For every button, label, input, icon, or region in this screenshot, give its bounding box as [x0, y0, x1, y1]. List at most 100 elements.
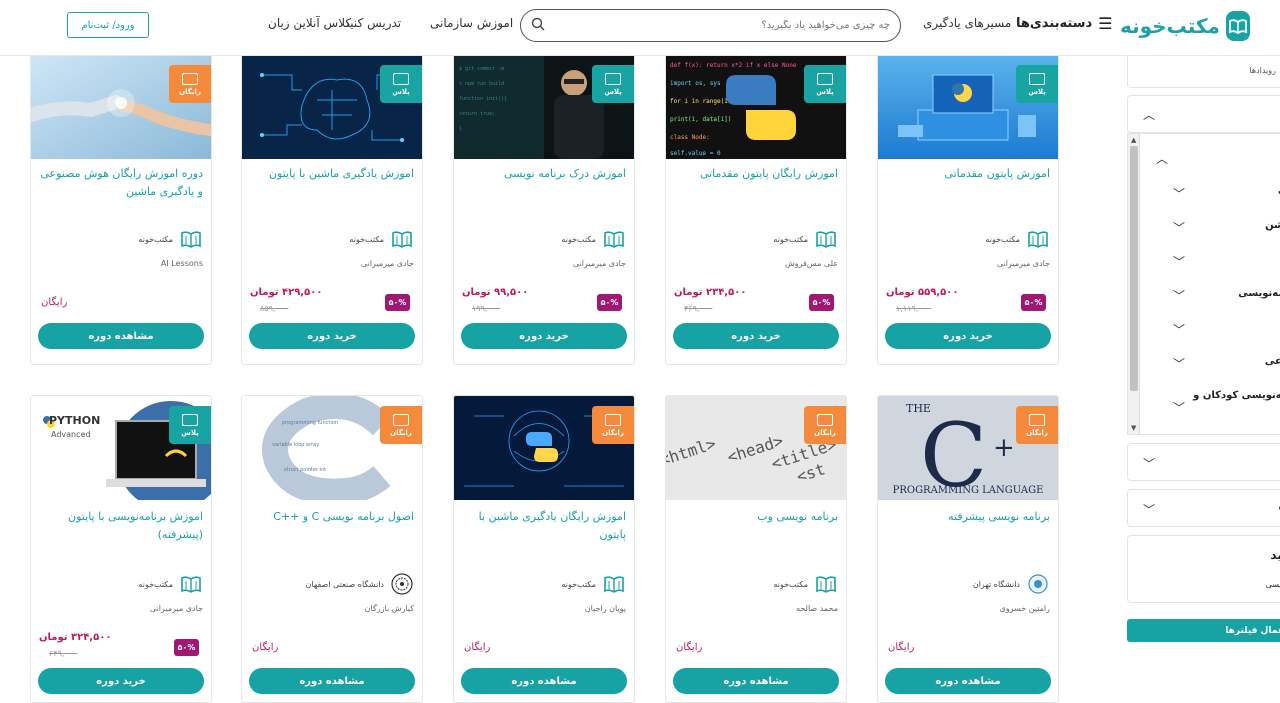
- chevron-down-icon[interactable]: ﹀: [1143, 455, 1155, 472]
- course-title[interactable]: دوره اموزش رایگان هوش مصنوعی و یادگیری م…: [39, 165, 203, 201]
- filter-box-collapsed[interactable]: ﹀ اه: [1127, 489, 1280, 527]
- site-logo[interactable]: مکتب‌خونه: [1120, 8, 1250, 44]
- chevron-down-icon[interactable]: ﹀: [1173, 219, 1185, 236]
- graduation-cap-icon: [605, 413, 621, 426]
- course-provider: مکتب‌خونه: [138, 572, 203, 596]
- course-thumbnail[interactable]: programming function variable loop array s…: [242, 396, 422, 500]
- chevron-down-icon[interactable]: ﹀: [1173, 287, 1185, 304]
- course-card[interactable]: <html> <head> <title> <st رایگان برنامه نویسی…: [665, 395, 847, 703]
- course-card[interactable]: پلاس اموزش یادگیری ماشین با پایتون مکتب‌خو…: [241, 51, 423, 365]
- course-card[interactable]: programming function variable loop array s…: [241, 395, 423, 703]
- course-title[interactable]: برنامه نویسی پیشرفته: [886, 508, 1050, 526]
- course-card[interactable]: THEC++PROGRAMMING LANGUAGEرایگان برنامه ن…: [877, 395, 1059, 703]
- provider-name: مکتب‌خونه: [349, 234, 384, 244]
- chevron-up-icon[interactable]: ︿: [1156, 150, 1168, 167]
- course-card[interactable]: PYTHON Advanced پلاس اموزش برنامه‌نویسی با …: [30, 395, 212, 703]
- view-course-button[interactable]: مشاهده دوره: [461, 668, 627, 694]
- plus-badge: پلاس: [1016, 65, 1058, 103]
- view-course-button[interactable]: مشاهده دوره: [249, 668, 415, 694]
- buy-course-button[interactable]: خرید دوره: [38, 668, 204, 694]
- course-card[interactable]: رایگان اموزش رایگان یادگیری ماشین با پایت…: [453, 395, 635, 703]
- chevron-down-icon[interactable]: ﹀: [1173, 399, 1185, 416]
- course-thumbnail[interactable]: پلاس: [242, 55, 422, 159]
- chevron-down-icon[interactable]: ﹀: [1173, 355, 1185, 372]
- view-course-button[interactable]: مشاهده دوره: [38, 323, 204, 349]
- filter-box-collapsed[interactable]: ﹀: [1127, 443, 1280, 481]
- course-price: ۳۲۴,۵۰۰ تومان: [39, 632, 112, 643]
- graduation-cap-icon: [182, 72, 198, 85]
- course-thumbnail[interactable]: رایگان: [31, 55, 211, 159]
- chevron-down-icon[interactable]: ﹀: [1173, 321, 1185, 338]
- course-title[interactable]: اموزش رایگان پایتون مقدماتی: [674, 165, 838, 183]
- course-card[interactable]: def f(x): return x*2 if x else None impor…: [665, 51, 847, 365]
- badge-label: رایگان: [602, 428, 624, 437]
- course-thumbnail[interactable]: پلاس: [878, 55, 1058, 159]
- free-badge: رایگان: [169, 65, 211, 103]
- buy-course-button[interactable]: خرید دوره: [249, 323, 415, 349]
- original-price: ۶۴۹,۰۰۰: [49, 649, 78, 658]
- course-title[interactable]: اموزش رایگان یادگیری ماشین با پایتون: [462, 508, 626, 544]
- filter-item[interactable]: امه‌نویسی: [1238, 288, 1280, 299]
- certificate-icon: [393, 72, 409, 85]
- free-badge: رایگان: [1016, 406, 1058, 444]
- chevron-up-icon[interactable]: ︿: [1143, 106, 1155, 123]
- teacher-name: محمد صالحه: [796, 604, 838, 613]
- badge-label: پلاس: [1028, 87, 1046, 96]
- filter-group-header[interactable]: ︿: [1127, 95, 1280, 133]
- course-thumbnail[interactable]: PYTHON Advanced پلاس: [31, 396, 211, 500]
- course-thumbnail[interactable]: <html> <head> <title> <st رایگان: [666, 396, 846, 500]
- free-badge: رایگان: [592, 406, 634, 444]
- view-course-button[interactable]: مشاهده دوره: [885, 668, 1051, 694]
- certificate-icon: [182, 413, 198, 426]
- course-price: ۹۹,۵۰۰ تومان: [462, 287, 529, 298]
- course-title[interactable]: برنامه نویسی وب: [674, 508, 838, 526]
- scrollbar[interactable]: ▲ ▼: [1128, 134, 1140, 434]
- course-thumbnail[interactable]: THEC++PROGRAMMING LANGUAGEرایگان: [878, 396, 1058, 500]
- login-register-button[interactable]: ورود/ ثبت‌نام: [67, 12, 149, 38]
- filter-item[interactable]: وعی: [1265, 356, 1280, 367]
- search-input[interactable]: [545, 20, 890, 31]
- search-icon[interactable]: [531, 16, 545, 35]
- svg-text:print(i, data[i]): print(i, data[i]): [670, 116, 731, 123]
- categories-menu[interactable]: ☰ دسته‌بندی‌ها: [1016, 14, 1113, 33]
- course-title[interactable]: اموزش یادگیری ماشین با پایتون: [250, 165, 414, 183]
- course-title[interactable]: اموزش پایتون مقدماتی: [886, 165, 1050, 183]
- buy-course-button[interactable]: خرید دوره: [673, 323, 839, 349]
- chevron-down-icon[interactable]: ﹀: [1173, 253, 1185, 270]
- course-title[interactable]: اموزش درک برنامه نویسی: [462, 165, 626, 183]
- course-card[interactable]: پلاس اموزش پایتون مقدماتی مکتب‌خونه جادی می…: [877, 51, 1059, 365]
- search-bar: [520, 9, 901, 42]
- course-card[interactable]: $ git commit -m > npm run build function i…: [453, 51, 635, 365]
- svg-text:function init(){: function init(){: [459, 96, 507, 102]
- course-provider: مکتب‌خونه: [561, 572, 626, 596]
- course-thumbnail[interactable]: $ git commit -m > npm run build function i…: [454, 55, 634, 159]
- nav-corporate-training[interactable]: اموزش سازمانی: [430, 16, 513, 30]
- nav-online-language-class[interactable]: کلاس آنلاین زبان: [268, 16, 351, 30]
- provider-name: مکتب‌خونه: [773, 234, 808, 244]
- filter-events-box: رویدادها: [1127, 52, 1280, 88]
- course-thumbnail[interactable]: def f(x): return x*2 if x else None impor…: [666, 55, 846, 159]
- scroll-thumb[interactable]: [1130, 146, 1138, 391]
- view-course-button[interactable]: مشاهده دوره: [673, 668, 839, 694]
- chevron-down-icon[interactable]: ﹀: [1143, 501, 1155, 518]
- teacher-name: جادی میرمیرانی: [996, 259, 1050, 268]
- apply-filters-button[interactable]: اعمال فیلترها: [1127, 619, 1280, 642]
- discount-badge: ۵۰%: [809, 294, 834, 311]
- chevron-down-icon[interactable]: ﹀: [1173, 185, 1185, 202]
- course-title[interactable]: اصول برنامه نویسی C و ++C: [250, 508, 414, 526]
- course-thumbnail[interactable]: رایگان: [454, 396, 634, 500]
- nav-learning-paths[interactable]: مسیرهای یادگیری: [923, 16, 1011, 30]
- filter-item[interactable]: مه‌نویسی کودکان و: [1193, 390, 1280, 401]
- filter-item[interactable]: یشن: [1265, 220, 1280, 231]
- hamburger-icon: ☰: [1098, 14, 1113, 33]
- course-title[interactable]: اموزش برنامه‌نویسی با پایتون (پیشرفته): [39, 508, 203, 544]
- scroll-up-icon[interactable]: ▲: [1131, 136, 1136, 144]
- nav-teach[interactable]: تدریس کنید: [344, 16, 401, 30]
- plus-badge: پلاس: [592, 65, 634, 103]
- course-provider: مکتب‌خونه: [561, 227, 626, 251]
- buy-course-button[interactable]: خرید دوره: [885, 323, 1051, 349]
- categories-label: دسته‌بندی‌ها: [1016, 16, 1093, 31]
- course-card[interactable]: رایگان دوره اموزش رایگان هوش مصنوعی و یاد…: [30, 51, 212, 365]
- scroll-down-icon[interactable]: ▼: [1131, 424, 1136, 432]
- buy-course-button[interactable]: خرید دوره: [461, 323, 627, 349]
